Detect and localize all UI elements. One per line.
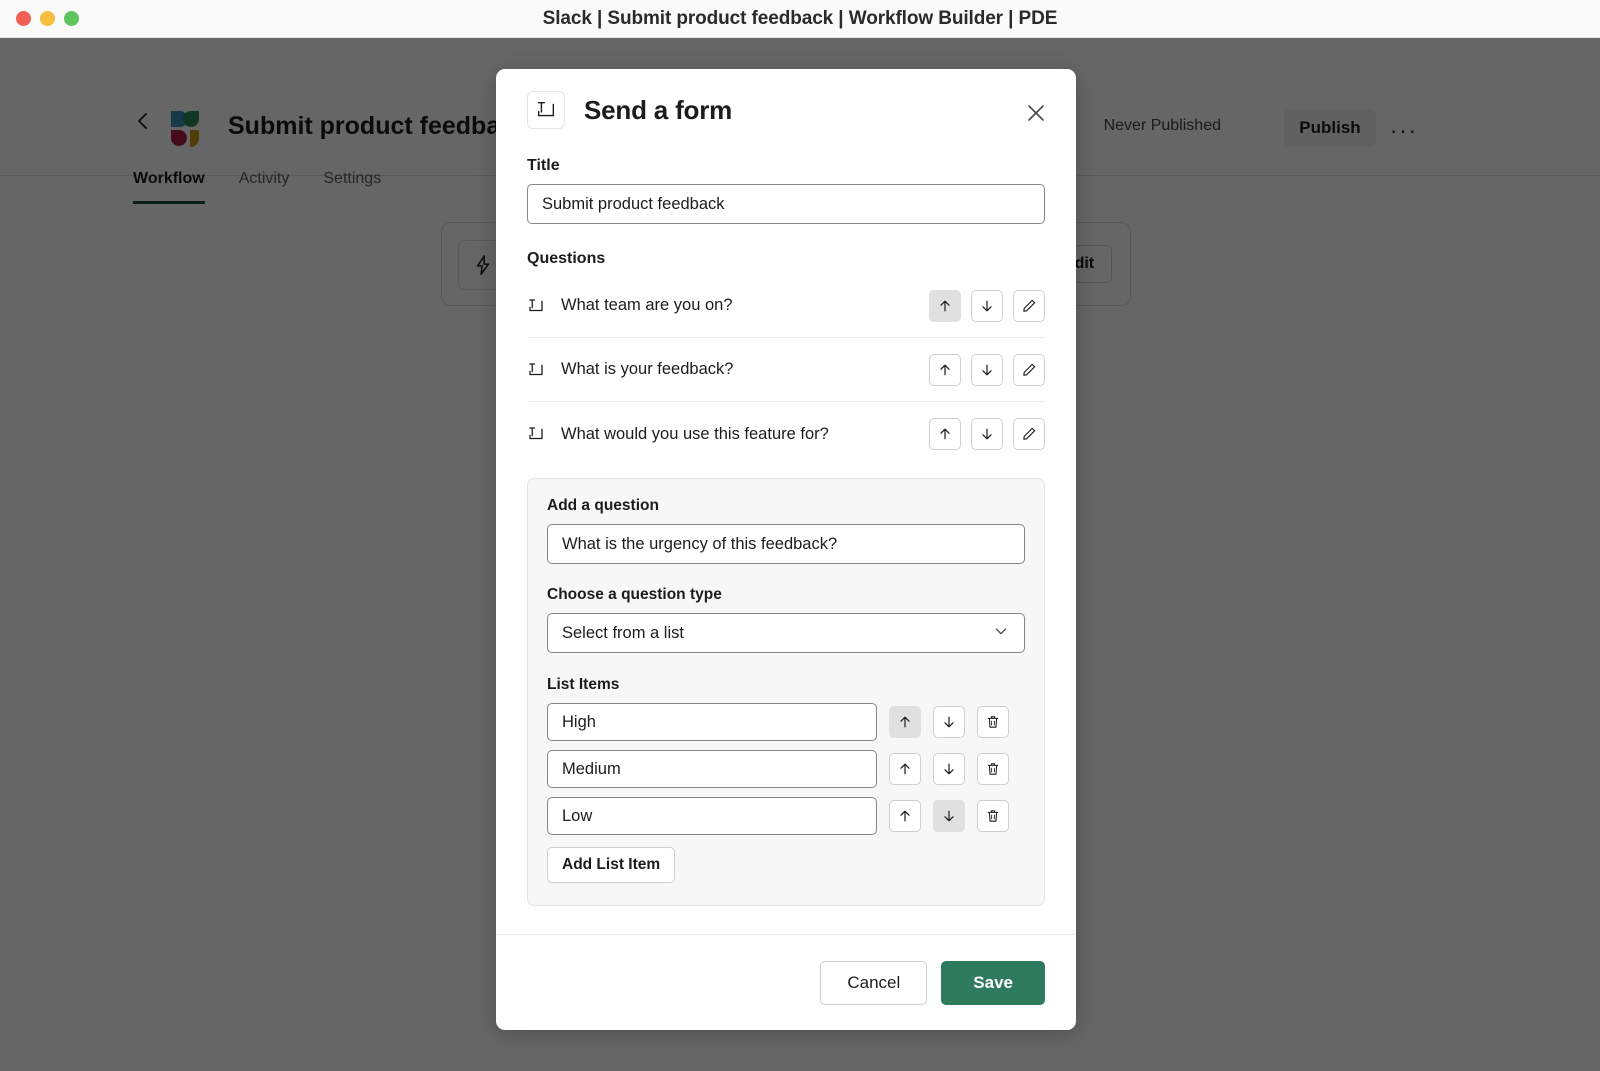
chevron-down-icon — [992, 622, 1010, 645]
question-move-up-button[interactable] — [929, 289, 961, 322]
list-item-delete-button[interactable] — [977, 753, 1009, 785]
add-list-item-button[interactable]: Add List Item — [547, 847, 676, 883]
question-edit-button[interactable] — [1013, 418, 1045, 450]
question-move-down-button[interactable] — [971, 289, 1003, 322]
window-title: Slack | Submit product feedback | Workfl… — [542, 7, 1058, 29]
table-row: What team are you on? — [527, 274, 1045, 338]
save-button[interactable]: Save — [941, 960, 1045, 1005]
new-question-input[interactable]: What is the urgency of this feedback? — [547, 524, 1025, 564]
list-item-delete-button[interactable] — [977, 800, 1009, 832]
title-input[interactable]: Submit product feedback — [527, 184, 1045, 224]
title-field-label: Title — [527, 157, 560, 174]
list-item-delete-button[interactable] — [977, 706, 1009, 738]
form-icon — [527, 361, 545, 379]
list-item: Medium — [547, 750, 1025, 788]
cancel-button[interactable]: Cancel — [820, 960, 928, 1005]
table-row: What is your feedback? — [527, 338, 1045, 402]
list-item-move-down-button[interactable] — [933, 706, 965, 738]
list-item: Low — [547, 797, 1025, 835]
send-a-form-modal: Send a form Title Submit product feedbac… — [496, 69, 1076, 1030]
add-question-heading: Add a question — [547, 497, 659, 514]
question-move-down-button[interactable] — [971, 353, 1003, 386]
question-text: What team are you on? — [561, 296, 733, 314]
question-type-select[interactable]: Select from a list — [547, 613, 1025, 653]
question-edit-button[interactable] — [1013, 353, 1045, 386]
list-item-move-down-button[interactable] — [933, 800, 965, 832]
list-item-move-up-button[interactable] — [889, 706, 921, 738]
list-item-input[interactable]: Low — [547, 797, 877, 835]
list-item-move-up-button[interactable] — [889, 753, 921, 785]
list-item-input[interactable]: Medium — [547, 750, 877, 788]
close-icon[interactable] — [1025, 102, 1047, 124]
question-move-down-button[interactable] — [971, 418, 1003, 450]
form-icon — [527, 91, 565, 129]
modal-footer: Cancel Save — [496, 934, 1076, 1030]
list-items-label: List Items — [547, 676, 620, 693]
add-question-card: Add a question What is the urgency of th… — [527, 478, 1045, 906]
list-item-input[interactable]: High — [547, 703, 877, 741]
window-titlebar: Slack | Submit product feedback | Workfl… — [0, 0, 1600, 38]
question-text: What would you use this feature for? — [561, 424, 829, 443]
modal-title: Send a form — [584, 94, 733, 125]
form-icon — [527, 297, 545, 315]
list-item-move-down-button[interactable] — [933, 753, 965, 785]
question-type-label: Choose a question type — [547, 586, 722, 603]
question-move-up-button[interactable] — [929, 418, 961, 450]
list-item-move-up-button[interactable] — [889, 800, 921, 832]
list-item: High — [547, 703, 1025, 741]
question-move-up-button[interactable] — [929, 353, 961, 386]
table-row: What would you use this feature for? — [527, 402, 1045, 466]
modal-body: Title Submit product feedback Questions … — [496, 135, 1076, 934]
form-icon — [527, 425, 545, 443]
question-edit-button[interactable] — [1013, 289, 1045, 322]
question-type-value: Select from a list — [562, 623, 684, 642]
questions-heading: Questions — [527, 250, 606, 267]
modal-header: Send a form — [496, 69, 1076, 135]
question-text: What is your feedback? — [561, 360, 734, 378]
